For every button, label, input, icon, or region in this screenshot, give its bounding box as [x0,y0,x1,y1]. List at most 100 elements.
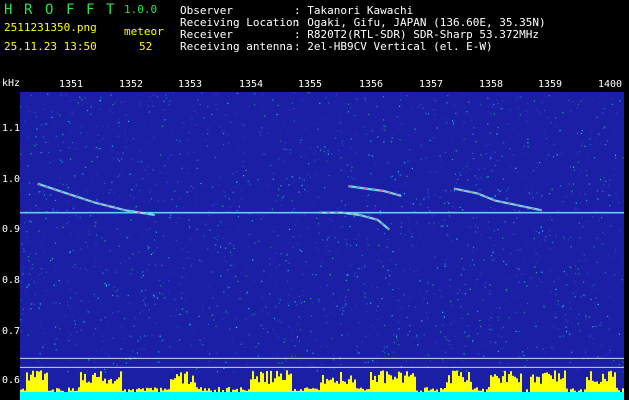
noise-speck [599,180,601,182]
noise-speck [510,252,512,255]
noise-speck [345,303,347,305]
noise-speck [385,277,387,279]
noise-speck [340,226,342,228]
noise-speck [69,308,71,310]
noise-speck [252,370,254,372]
noise-speck [296,329,298,331]
noise-speck [142,310,145,313]
noise-speck [419,280,421,282]
noise-speck [603,113,605,115]
noise-speck [275,199,277,201]
noise-speck [420,146,422,148]
noise-speck [563,137,565,139]
noise-speck [371,261,373,263]
noise-speck [118,125,120,127]
activity-bar [160,387,162,392]
noise-speck [439,196,441,198]
noise-speck [380,261,382,263]
noise-speck [29,207,31,209]
noise-speck [335,103,337,105]
noise-speck [377,136,379,138]
activity-bar [200,387,202,392]
noise-speck [467,162,469,164]
noise-speck [391,137,393,139]
noise-speck [275,320,277,322]
noise-speck [44,235,46,237]
noise-speck [94,295,97,297]
noise-speck [510,303,512,305]
noise-speck [142,271,144,273]
activity-bar [278,376,280,392]
noise-speck [326,345,328,347]
noise-speck [480,177,482,179]
noise-speck [261,127,263,129]
noise-speck [579,201,582,204]
noise-speck [281,362,283,364]
noise-speck [442,311,444,313]
activity-bar [110,378,112,392]
noise-speck [122,204,124,207]
noise-speck [105,122,107,124]
noise-speck [449,285,451,288]
noise-speck [294,301,296,303]
noise-speck [133,325,135,327]
noise-speck [254,313,256,315]
noise-speck [251,314,253,316]
noise-speck [38,274,41,276]
noise-speck [442,96,444,98]
noise-speck [448,215,451,217]
noise-speck [577,268,579,270]
noise-speck [419,326,421,328]
noise-speck [151,100,153,102]
noise-speck [114,193,116,195]
noise-speck [21,346,23,348]
noise-speck [542,348,544,350]
noise-speck [21,321,23,323]
noise-speck [80,329,82,331]
noise-speck [602,243,604,245]
noise-speck [557,303,559,305]
noise-speck [364,264,366,266]
activity-bar [48,390,50,392]
noise-speck [246,364,248,366]
noise-speck [201,302,203,305]
noise-speck [526,190,528,193]
noise-speck [589,138,591,140]
noise-speck [469,288,471,290]
noise-speck [134,187,136,189]
noise-speck [362,327,364,329]
noise-speck [345,279,347,281]
noise-speck [532,197,534,199]
noise-speck [607,329,609,331]
noise-speck [30,167,32,170]
noise-speck [142,274,144,277]
noise-speck [54,185,56,187]
noise-speck [596,116,598,118]
activity-bar [170,379,172,392]
noise-speck [428,198,430,200]
noise-speck [440,225,442,227]
noise-speck [277,336,280,338]
activity-bar [470,381,472,392]
noise-speck [116,228,118,230]
noise-speck [334,137,337,139]
noise-speck [60,159,62,161]
noise-speck [452,120,454,122]
noise-speck [86,343,88,345]
activity-bar [288,374,290,392]
noise-speck [339,298,341,300]
noise-speck [555,294,557,296]
noise-speck [99,228,101,230]
noise-speck [170,315,172,317]
noise-speck [562,163,564,165]
noise-speck [554,312,557,315]
noise-speck [93,219,95,221]
activity-bar [616,387,618,392]
noise-speck [398,300,400,302]
noise-speck [238,206,240,208]
activity-bar [194,382,196,392]
noise-speck [170,214,172,216]
activity-bar [50,390,52,392]
noise-speck [471,250,473,252]
noise-speck [535,262,537,264]
